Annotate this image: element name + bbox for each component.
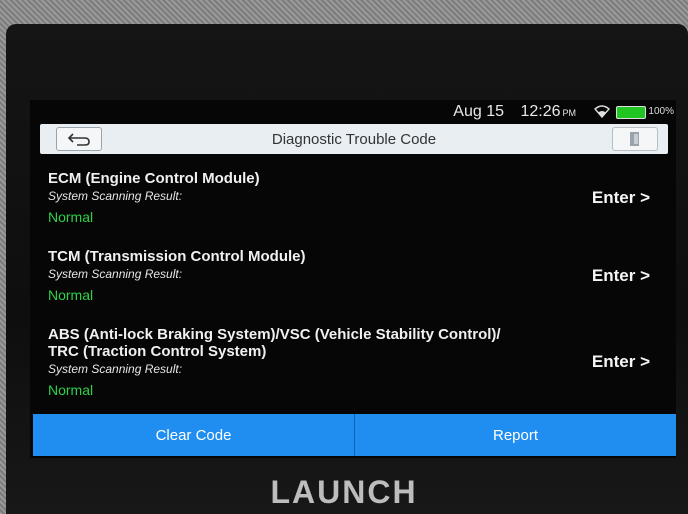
battery-icon (616, 106, 646, 119)
enter-button[interactable]: Enter > (592, 188, 650, 208)
module-name: ECM (Engine Control Module) (48, 170, 260, 187)
device-frame: Aug 15 12:26 PM 100% Diagnostic Trouble C… (0, 0, 688, 514)
status-date: Aug 15 (453, 103, 504, 120)
scan-result-value: Normal (48, 287, 94, 303)
status-ampm: PM (562, 108, 577, 118)
status-time-value: 12:26 (520, 103, 561, 120)
battery-percent: 100% (648, 106, 674, 117)
action-bar: Clear Code Report (33, 414, 676, 456)
enter-button[interactable]: Enter > (592, 266, 650, 286)
module-name: TCM (Transmission Control Module) (48, 248, 306, 265)
page-title: Diagnostic Trouble Code (271, 131, 437, 148)
scan-result-value: Normal (48, 209, 94, 225)
module-abs: ABS (Anti-lock Braking System)/VSC (Vehi… (48, 326, 658, 398)
module-tcm: TCM (Transmission Control Module) System… (48, 248, 658, 303)
enter-button[interactable]: Enter > (592, 352, 650, 372)
exit-button[interactable] (612, 127, 658, 151)
wifi-icon (594, 105, 610, 118)
clear-code-button[interactable]: Clear Code (33, 414, 354, 456)
status-time: 12:26 PM (520, 103, 576, 121)
module-name: ABS (Anti-lock Braking System)/VSC (Vehi… (48, 326, 501, 360)
scan-result-value: Normal (48, 382, 94, 398)
status-bar: Aug 15 12:26 PM 100% (30, 100, 676, 122)
screen: Aug 15 12:26 PM 100% Diagnostic Trouble C… (30, 100, 676, 458)
title-bar: Diagnostic Trouble Code (40, 124, 668, 154)
module-ecm: ECM (Engine Control Module) System Scann… (48, 170, 658, 225)
exit-icon (630, 132, 639, 146)
report-button[interactable]: Report (355, 414, 676, 456)
scan-result-label: System Scanning Result: (48, 189, 183, 203)
scan-result-label: System Scanning Result: (48, 362, 183, 376)
scan-result-label: System Scanning Result: (48, 267, 183, 281)
brand-logo: LAUNCH (270, 474, 418, 510)
